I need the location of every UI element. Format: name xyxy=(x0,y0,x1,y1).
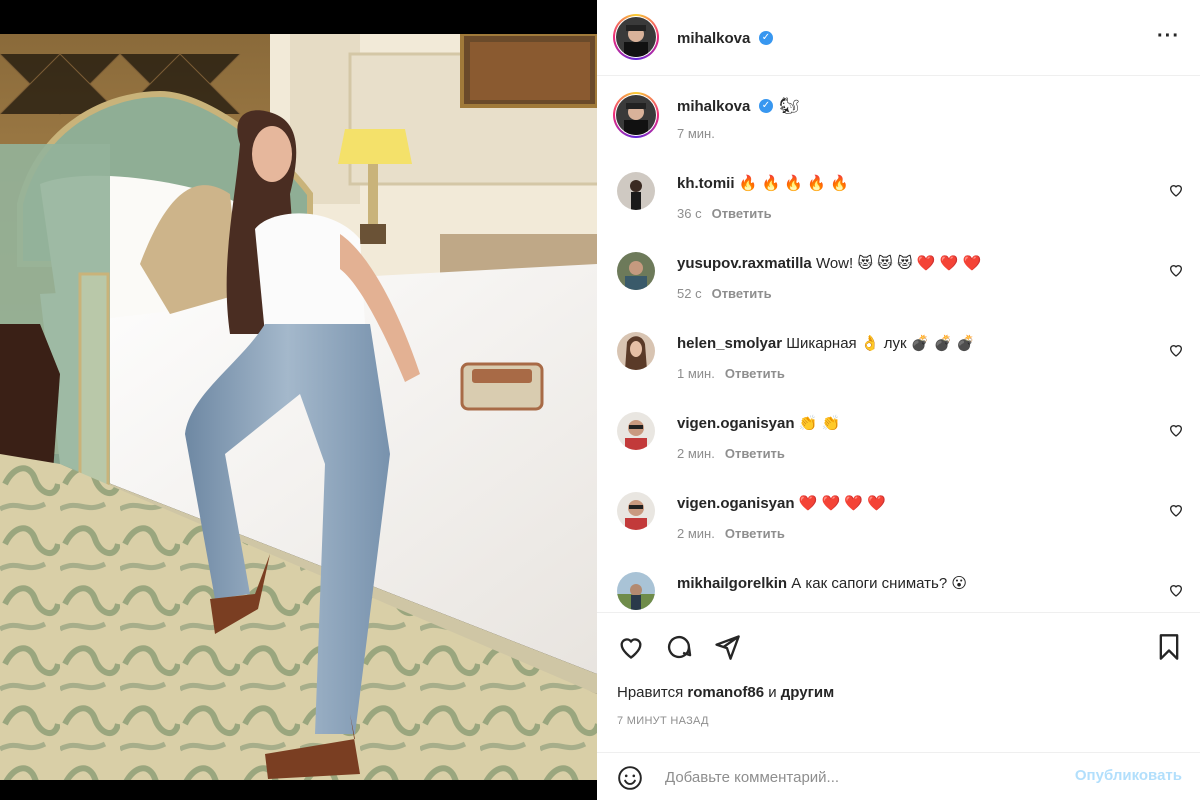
comment-item: helen_smolyar Шикарная 👌 лук 💣 💣 💣 1 мин… xyxy=(597,316,1200,396)
caption-text: 🐿 xyxy=(779,98,800,115)
comment-text: Шикарная 👌 лук 💣 💣 💣 xyxy=(782,335,976,352)
heart-icon[interactable] xyxy=(1168,422,1184,438)
caption-story-ring[interactable] xyxy=(613,92,659,138)
comment-text: А как сапоги снимать? 😮 xyxy=(787,575,967,592)
reply-button[interactable]: Ответить xyxy=(712,206,772,221)
comments-list[interactable]: kh.tomii 🔥 🔥 🔥 🔥 🔥 36 с Ответить yusupov.… xyxy=(597,156,1200,612)
likes-middle: и xyxy=(764,684,781,701)
share-icon[interactable] xyxy=(713,633,741,661)
comment-username[interactable]: helen_smolyar xyxy=(677,335,782,352)
likes-summary: Нравится romanof86 и другим xyxy=(617,684,834,701)
caption-time[interactable]: 7 мин. xyxy=(677,126,715,141)
comment-icon[interactable] xyxy=(665,633,693,661)
comment-time[interactable]: 1 мин. xyxy=(677,366,715,381)
reply-button[interactable]: Ответить xyxy=(725,446,785,461)
heart-icon[interactable] xyxy=(1168,262,1184,278)
story-ring[interactable] xyxy=(613,14,659,60)
comment-avatar[interactable] xyxy=(617,172,655,210)
more-icon[interactable]: ··· xyxy=(1157,26,1180,46)
comment-username[interactable]: kh.tomii xyxy=(677,175,735,192)
comment-username[interactable]: vigen.oganisyan xyxy=(677,415,795,432)
comment-avatar[interactable] xyxy=(617,572,655,610)
comment-item: vigen.oganisyan 👏 👏 2 мин. Ответить xyxy=(597,396,1200,476)
post-header: mihalkova ✓ ··· xyxy=(597,0,1200,76)
post-caption: mihalkova ✓ 🐿 7 мин. xyxy=(597,76,1200,156)
comment-item: mikhailgorelkin А как сапоги снимать? 😮 xyxy=(597,556,1200,612)
comment-text: 🔥 🔥 🔥 🔥 🔥 xyxy=(734,175,849,192)
publish-button[interactable]: Опубликовать xyxy=(1075,767,1182,784)
heart-icon[interactable] xyxy=(1168,342,1184,358)
comment-item: vigen.oganisyan ❤️ ❤️ ❤️ ❤️ 2 мин. Ответи… xyxy=(597,476,1200,556)
comment-time[interactable]: 36 с xyxy=(677,206,702,221)
comment-avatar[interactable] xyxy=(617,492,655,530)
reply-button[interactable]: Ответить xyxy=(712,286,772,301)
post-author-link[interactable]: mihalkova xyxy=(677,30,750,47)
bookmark-icon[interactable] xyxy=(1155,633,1183,661)
comment-username[interactable]: vigen.oganisyan xyxy=(677,495,795,512)
comment-text: ❤️ ❤️ ❤️ ❤️ xyxy=(794,495,886,512)
comment-avatar[interactable] xyxy=(617,252,655,290)
heart-icon[interactable] xyxy=(1168,502,1184,518)
likes-user-link[interactable]: romanof86 xyxy=(687,684,764,701)
comment-username[interactable]: yusupov.raxmatilla xyxy=(677,255,812,272)
post-media[interactable] xyxy=(0,0,597,800)
comment-item: kh.tomii 🔥 🔥 🔥 🔥 🔥 36 с Ответить xyxy=(597,156,1200,236)
comment-time[interactable]: 52 с xyxy=(677,286,702,301)
heart-icon[interactable] xyxy=(1168,582,1184,598)
comment-time[interactable]: 2 мин. xyxy=(677,446,715,461)
post-sidebar: mihalkova ✓ ··· mihalkova ✓ 🐿 7 мин. kh.… xyxy=(597,0,1200,800)
comment-avatar[interactable] xyxy=(617,412,655,450)
comment-composer: Опубликовать xyxy=(597,752,1200,800)
verified-icon: ✓ xyxy=(759,31,773,45)
post-time[interactable]: 7 МИНУТ НАЗАД xyxy=(617,715,709,727)
reply-button[interactable]: Ответить xyxy=(725,366,785,381)
avatar[interactable] xyxy=(616,17,656,57)
reply-button[interactable]: Ответить xyxy=(725,526,785,541)
post-actions: Нравится romanof86 и другим 7 МИНУТ НАЗА… xyxy=(597,612,1200,752)
comment-username[interactable]: mikhailgorelkin xyxy=(677,575,787,592)
likes-prefix: Нравится xyxy=(617,684,688,701)
comment-input[interactable] xyxy=(665,765,1045,789)
comment-text: 👏 👏 xyxy=(794,415,841,432)
comment-avatar[interactable] xyxy=(617,332,655,370)
comment-text: Wow! 😻 😻 😻 ❤️ ❤️ ❤️ xyxy=(811,255,982,272)
comment-time[interactable]: 2 мин. xyxy=(677,526,715,541)
verified-icon: ✓ xyxy=(759,99,773,113)
caption-username[interactable]: mihalkova xyxy=(677,98,750,115)
heart-icon[interactable] xyxy=(617,633,645,661)
likes-others-link[interactable]: другим xyxy=(781,684,834,701)
post-photo[interactable] xyxy=(0,34,597,780)
comment-item: yusupov.raxmatilla Wow! 😻 😻 😻 ❤️ ❤️ ❤️ 5… xyxy=(597,236,1200,316)
caption-avatar[interactable] xyxy=(616,95,656,135)
smile-icon[interactable] xyxy=(617,765,643,791)
heart-icon[interactable] xyxy=(1168,182,1184,198)
